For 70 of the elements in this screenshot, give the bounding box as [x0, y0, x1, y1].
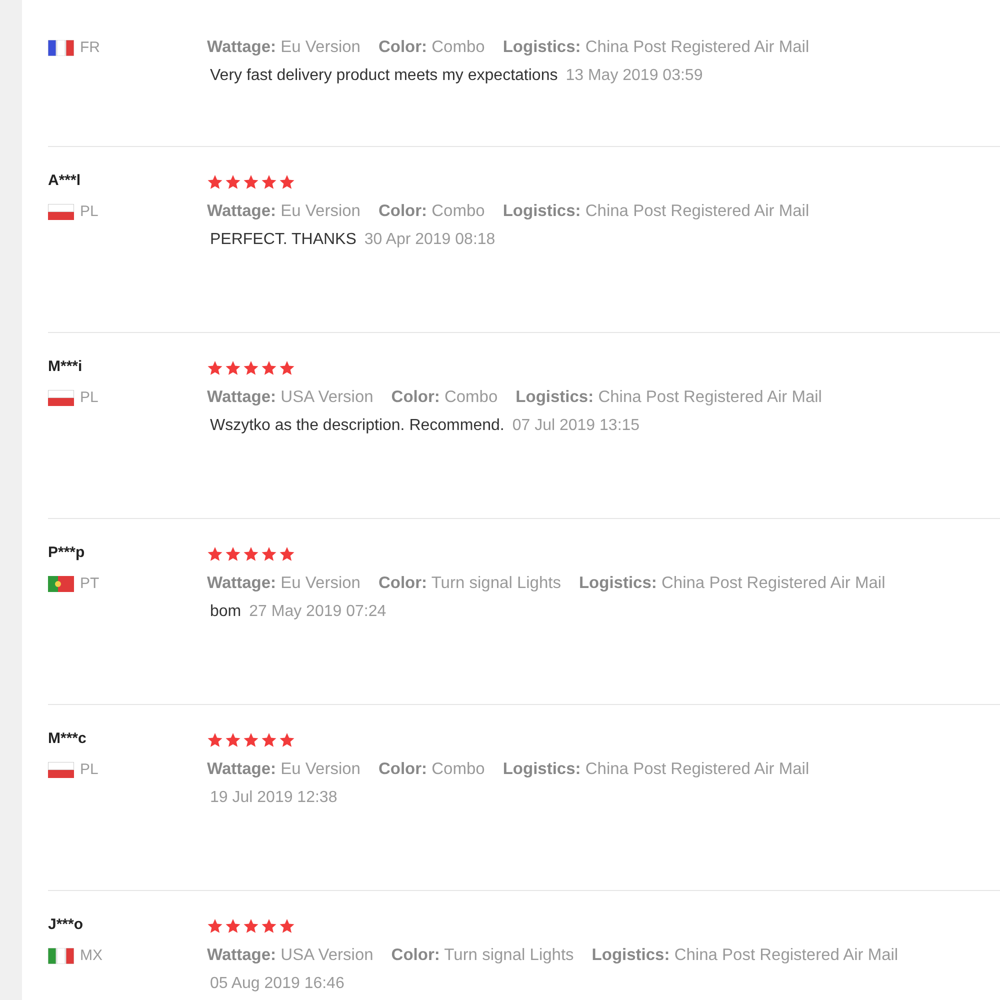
- product-attribute: Logistics: China Post Registered Air Mail: [516, 388, 822, 407]
- star-icon: [279, 732, 295, 748]
- star-icon: [261, 360, 277, 376]
- review-text: bom: [210, 603, 242, 621]
- product-attribute: Logistics: China Post Registered Air Mail: [592, 946, 898, 965]
- product-attribute: Logistics: China Post Registered Air Mail: [502, 760, 810, 779]
- product-attribute: Color: Turn signal Lights: [378, 574, 561, 593]
- product-attribute: Wattage: USA Version: [207, 388, 374, 407]
- star-icon: [225, 360, 241, 376]
- star-icon: [207, 174, 223, 190]
- product-attribute: Logistics: China Post Registered Air Mail: [502, 38, 810, 57]
- product-attribute: Wattage: Eu Version: [207, 38, 360, 57]
- reviewer-name: J***o: [48, 916, 84, 935]
- review-date: 27 May 2019 07:24: [249, 603, 386, 621]
- product-attribute: Color: Combo: [391, 388, 498, 407]
- star-icon: [207, 918, 223, 934]
- flag-icon: [48, 948, 74, 964]
- star-icon: [243, 546, 259, 562]
- review-date: 13 May 2019 03:59: [566, 67, 703, 85]
- reviewer-name: M***i: [48, 358, 84, 377]
- star-icon: [279, 360, 295, 376]
- product-attribute: Logistics: China Post Registered Air Mail: [578, 574, 886, 593]
- star-icon: [207, 360, 223, 376]
- star-icon: [279, 174, 295, 190]
- review-text: Wszytko as the description. Recommend.: [210, 417, 504, 435]
- product-attribute: Wattage: Eu Version: [207, 574, 360, 593]
- star-icon: [225, 174, 241, 190]
- country-code: FR: [80, 39, 100, 56]
- country-code: PT: [80, 575, 100, 592]
- review-date: 19 Jul 2019 12:38: [210, 789, 338, 807]
- star-icon: [243, 174, 259, 190]
- product-attribute: Color: Combo: [378, 38, 485, 57]
- star-icon: [279, 918, 295, 934]
- star-icon: [225, 918, 241, 934]
- flag-icon: [48, 390, 74, 406]
- review-text: PERFECT. THANKS: [210, 231, 356, 249]
- product-attribute: Color: Combo: [378, 202, 485, 221]
- flag-icon: [48, 762, 74, 778]
- star-icon: [243, 732, 259, 748]
- product-attribute: Wattage: USA Version: [207, 946, 374, 965]
- star-icon: [261, 546, 277, 562]
- reviewer-name: M***c: [48, 730, 88, 749]
- star-icon: [207, 546, 223, 562]
- star-icon: [225, 546, 241, 562]
- star-icon: [261, 732, 277, 748]
- country-code: PL: [80, 389, 98, 406]
- country-code: PL: [80, 203, 98, 220]
- product-attribute: Wattage: Eu Version: [207, 202, 360, 221]
- review-text: Very fast delivery product meets my expectations: [210, 67, 558, 85]
- review-date: 07 Jul 2019 13:15: [512, 417, 640, 435]
- star-icon: [261, 174, 277, 190]
- country-code: MX: [80, 947, 102, 964]
- product-attribute: Color: Turn signal Lights: [391, 946, 574, 965]
- flag-icon: [48, 40, 74, 56]
- star-icon: [225, 732, 241, 748]
- flag-icon: [48, 204, 74, 220]
- star-icon: [261, 918, 277, 934]
- review-date: 05 Aug 2019 16:46: [210, 975, 344, 993]
- country-code: PL: [80, 761, 98, 778]
- review-date: 30 Apr 2019 08:18: [364, 231, 496, 249]
- reviewer-name: P***p: [48, 544, 86, 563]
- star-icon: [243, 918, 259, 934]
- product-attribute: Color: Combo: [378, 760, 485, 779]
- reviewer-name: A***l: [48, 172, 82, 191]
- star-icon: [243, 360, 259, 376]
- product-attribute: Logistics: China Post Registered Air Mail: [502, 202, 810, 221]
- flag-icon: [48, 576, 74, 592]
- product-attribute: Wattage: Eu Version: [207, 760, 360, 779]
- star-icon: [279, 546, 295, 562]
- star-icon: [207, 732, 223, 748]
